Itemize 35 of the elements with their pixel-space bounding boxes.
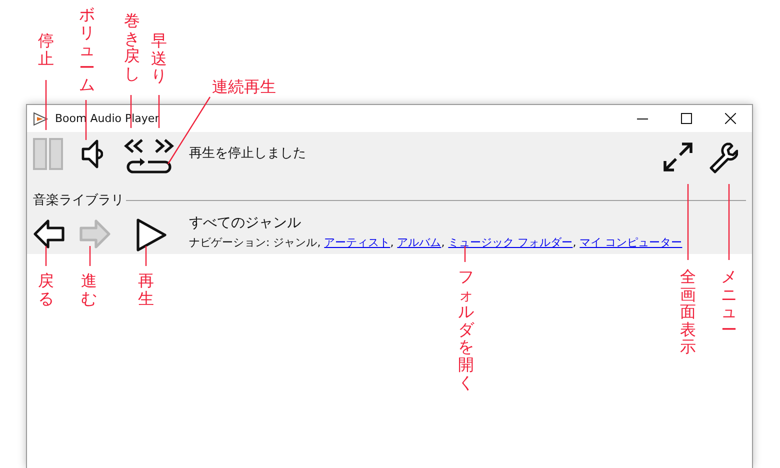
double-chevron-left-icon[interactable]: [123, 138, 145, 154]
maximize-icon[interactable]: [680, 113, 692, 124]
callout-label: 早送り: [151, 32, 167, 85]
double-chevron-right-icon[interactable]: [153, 138, 175, 154]
expand-arrows-icon[interactable]: [662, 141, 694, 173]
leader-line: [45, 246, 47, 266]
navigation-breadcrumb: ナビゲーション: ジャンル, アーティスト, アルバム, ミュージック フォルダー, マイ コンピューター: [189, 235, 682, 250]
callout-label: 連続再生: [212, 78, 276, 96]
play-icon[interactable]: [135, 218, 167, 252]
repeat-icon[interactable]: [126, 158, 172, 176]
wrench-icon[interactable]: [708, 141, 738, 175]
callout-label: 戻る: [38, 272, 54, 308]
close-icon[interactable]: [724, 113, 736, 124]
callout-label: 再生: [138, 272, 154, 308]
left-arrow-icon[interactable]: [33, 218, 65, 250]
leader-line: [85, 100, 87, 140]
speaker-icon[interactable]: [81, 138, 103, 170]
leader-line: [45, 80, 47, 130]
breadcrumb-link[interactable]: ミュージック フォルダー: [448, 236, 573, 249]
status-message: 再生を停止しました: [189, 145, 306, 162]
app-logo-icon: [33, 112, 49, 126]
leader-line: [464, 246, 466, 262]
breadcrumb-link[interactable]: アルバム: [397, 236, 442, 249]
leader-line: [145, 246, 147, 266]
callout-label: 進む: [81, 272, 97, 308]
callout-label: 全画面表示: [680, 268, 696, 356]
genre-title: すべてのジャンル: [189, 214, 302, 232]
callout-label: 巻き戻し: [124, 12, 140, 82]
section-heading: 音楽ライブラリ: [33, 192, 124, 209]
breadcrumb-link[interactable]: アーティスト: [324, 236, 390, 249]
callout-label: 停止: [38, 32, 54, 68]
leader-line: [158, 95, 160, 128]
breadcrumb-link[interactable]: マイ コンピューター: [580, 236, 682, 249]
leader-line: [89, 246, 91, 266]
callout-label: ボリューム: [79, 6, 95, 94]
